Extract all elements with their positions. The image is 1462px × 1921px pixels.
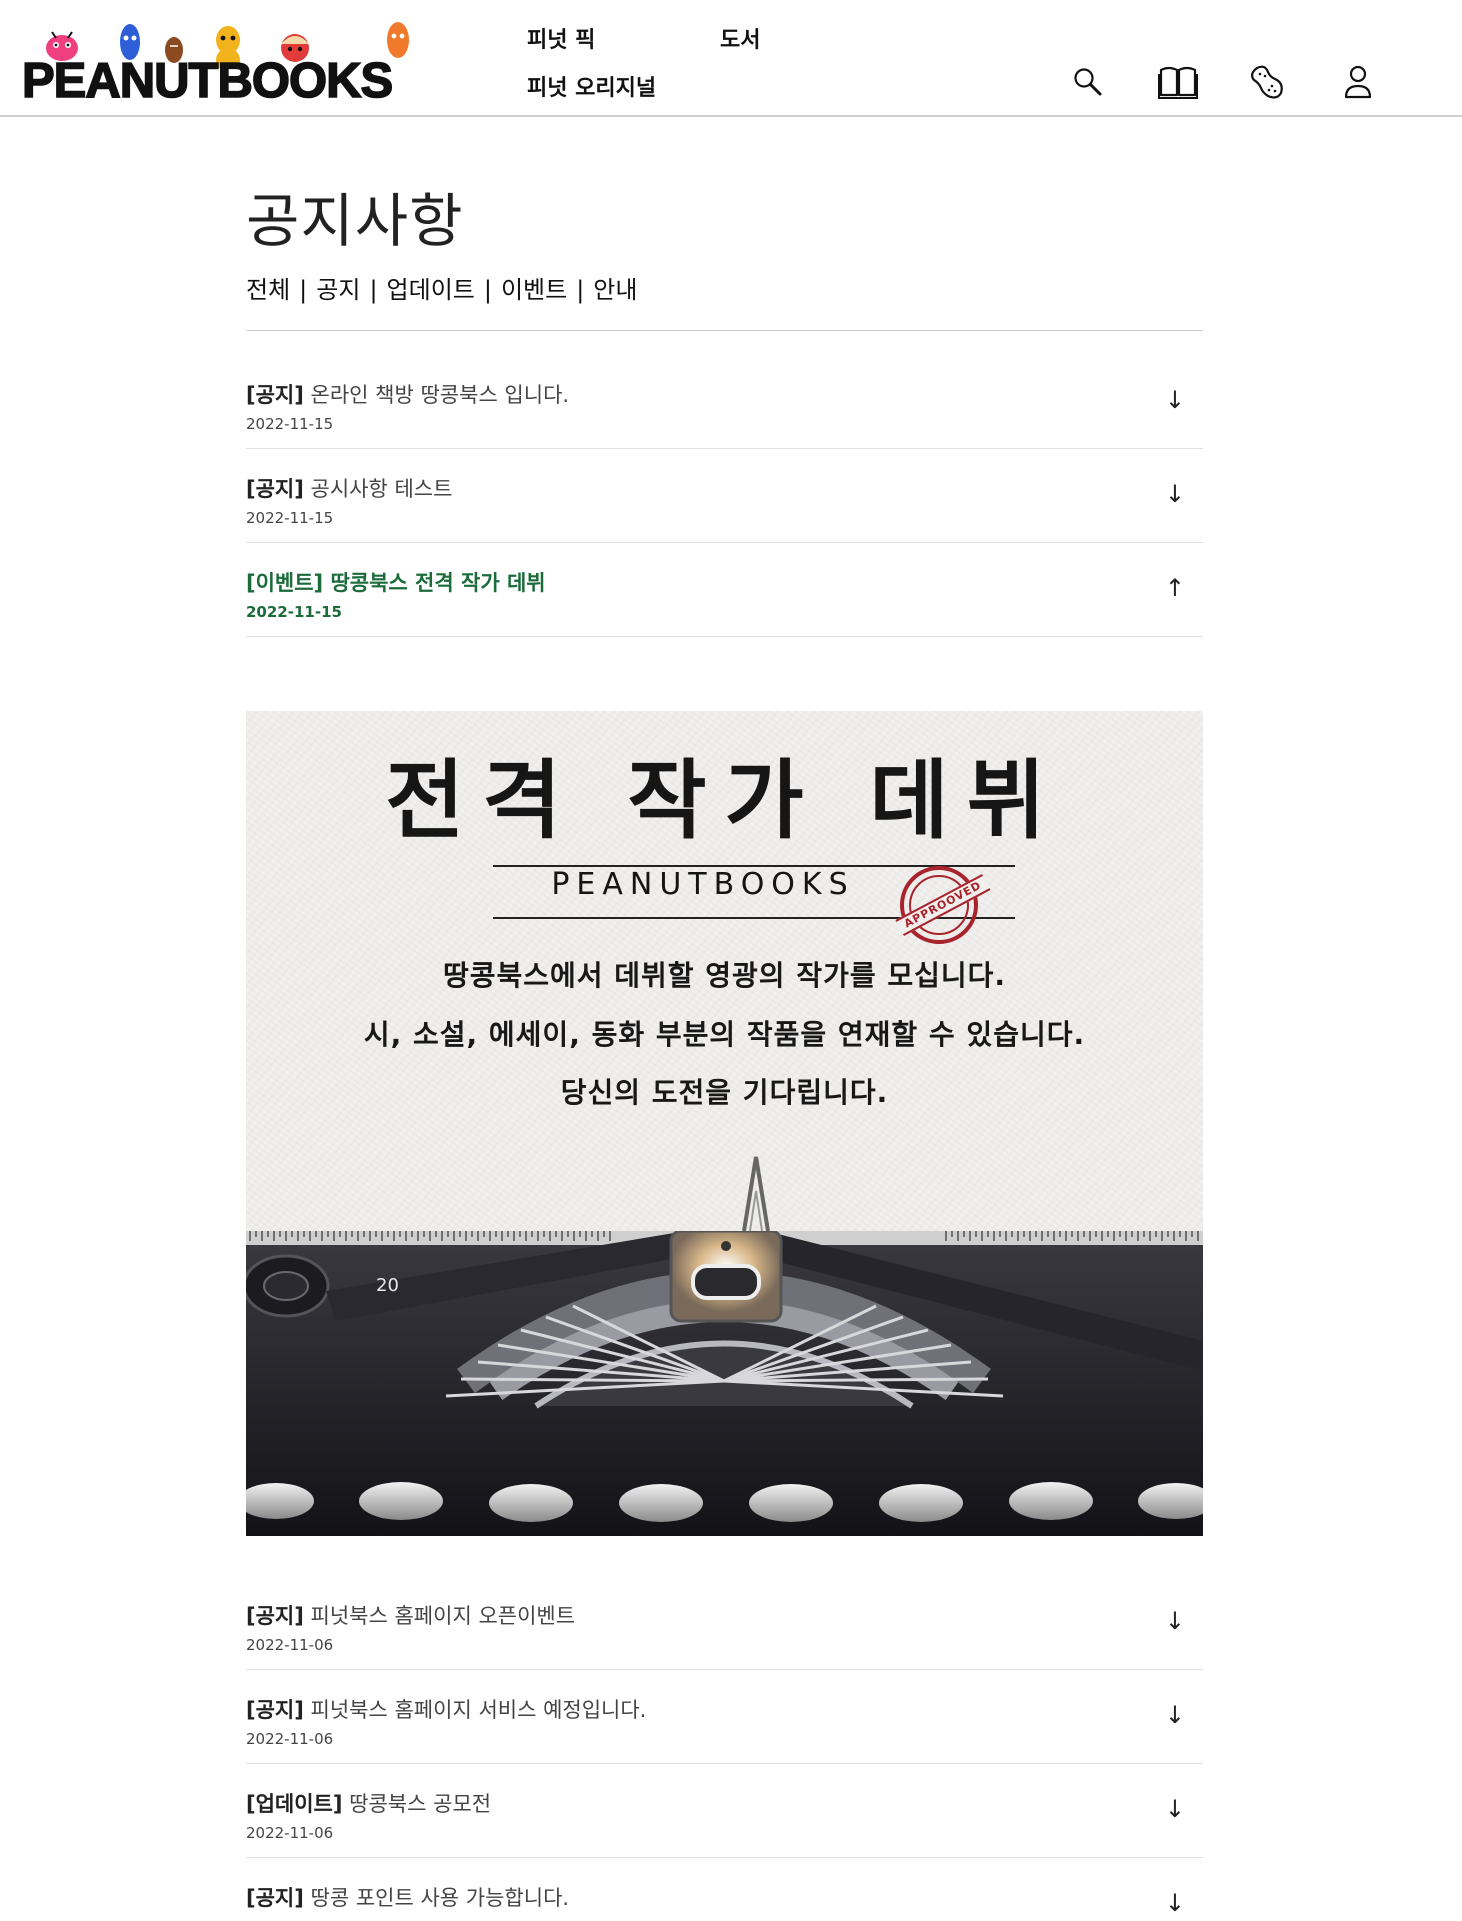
- banner-line: 시, 소설, 에세이, 동화 부분의 작품을 연재할 수 있습니다.: [363, 1018, 1086, 1051]
- banner-title: 전격 작가 데뷔: [385, 751, 1064, 851]
- main-nav: 피넛 픽 도서 피넛 오리지널: [527, 20, 827, 102]
- notice-category: [공지]: [246, 1886, 304, 1910]
- expand-arrow-icon[interactable]: ↓: [1165, 1700, 1185, 1730]
- user-icon[interactable]: [1338, 62, 1378, 102]
- notice-title-text: 온라인 책방 땅콩북스 입니다.: [310, 383, 570, 407]
- book-icon[interactable]: [1158, 62, 1198, 102]
- banner-brand: PEANUTBOOKS: [551, 867, 855, 902]
- notice-item[interactable]: [공지] 땅콩 포인트 사용 가능합니다. 2022-11-06 ↓: [246, 1858, 1203, 1921]
- search-icon[interactable]: [1068, 62, 1108, 102]
- filter-separator: |: [299, 276, 308, 304]
- filter-separator: |: [576, 276, 585, 304]
- banner-line: 당신의 도전을 기다립니다.: [560, 1076, 889, 1109]
- notice-date: 2022-11-15: [246, 509, 334, 527]
- notice-date: 2022-11-06: [246, 1636, 334, 1654]
- filter-guide[interactable]: 안내: [593, 276, 637, 304]
- notice-category: [이벤트]: [246, 571, 324, 595]
- notice-title: [공지] 공시사항 테스트: [246, 475, 452, 503]
- notice-category: [공지]: [246, 477, 304, 501]
- expand-arrow-icon[interactable]: ↓: [1165, 1888, 1185, 1918]
- notice-item-expanded[interactable]: [이벤트] 땅콩북스 전격 작가 데뷔 2022-11-15 ↑: [246, 543, 1203, 637]
- collapse-arrow-icon[interactable]: ↑: [1165, 573, 1185, 603]
- expand-arrow-icon[interactable]: ↓: [1165, 1794, 1185, 1824]
- notice-item[interactable]: [공지] 피넛북스 홈페이지 오픈이벤트 2022-11-06 ↓: [246, 1576, 1203, 1670]
- notice-title-text: 피넛북스 홈페이지 서비스 예정입니다.: [310, 1698, 647, 1722]
- notice-category: [공지]: [246, 1698, 304, 1722]
- expand-arrow-icon[interactable]: ↓: [1165, 1606, 1185, 1636]
- logo-wordmark: PEANUTBOOKS: [21, 54, 394, 108]
- notice-title-text: 피넛북스 홈페이지 오픈이벤트: [310, 1604, 576, 1628]
- notice-item[interactable]: [공지] 피넛북스 홈페이지 서비스 예정입니다. 2022-11-06 ↓: [246, 1670, 1203, 1764]
- notice-title-text: 땅콩북스 공모전: [349, 1792, 492, 1816]
- notice-title: [공지] 땅콩 포인트 사용 가능합니다.: [246, 1884, 569, 1912]
- notice-item[interactable]: [공지] 공시사항 테스트 2022-11-15 ↓: [246, 449, 1203, 543]
- category-filters: 전체 | 공지 | 업데이트 | 이벤트 | 안내: [246, 273, 637, 307]
- notice-title: [이벤트] 땅콩북스 전격 작가 데뷔: [246, 569, 546, 597]
- filter-separator: |: [369, 276, 378, 304]
- ruler-number: 20: [376, 1275, 399, 1296]
- notice-date: 2022-11-15: [246, 415, 334, 433]
- nav-peanut-pick[interactable]: 피넛 픽: [527, 22, 595, 54]
- typewriter-icon: 20: [246, 1231, 1203, 1536]
- filter-event[interactable]: 이벤트: [501, 276, 567, 304]
- paper-guide-icon: [742, 1156, 770, 1232]
- nav-books[interactable]: 도서: [720, 22, 760, 54]
- notice-title: [공지] 피넛북스 홈페이지 오픈이벤트: [246, 1602, 575, 1630]
- notice-category: [업데이트]: [246, 1792, 343, 1816]
- notice-item[interactable]: [공지] 온라인 책방 땅콩북스 입니다. 2022-11-15 ↓: [246, 355, 1203, 449]
- notice-category: [공지]: [246, 383, 304, 407]
- peanut-icon[interactable]: [1248, 62, 1288, 102]
- notice-date: 2022-11-15: [246, 603, 342, 621]
- notice-category: [공지]: [246, 1604, 304, 1628]
- notice-item[interactable]: [업데이트] 땅콩북스 공모전 2022-11-06 ↓: [246, 1764, 1203, 1858]
- expand-arrow-icon[interactable]: ↓: [1165, 479, 1185, 509]
- nav-peanut-original[interactable]: 피넛 오리지널: [527, 70, 656, 102]
- approved-stamp-icon: APPROOVED: [895, 866, 991, 944]
- notice-title-text: 땅콩 포인트 사용 가능합니다.: [310, 1886, 570, 1910]
- notice-title: [공지] 피넛북스 홈페이지 서비스 예정입니다.: [246, 1696, 646, 1724]
- event-banner-image: 전격 작가 데뷔 PEANUTBOOKS APPROOVED 땅콩북스에서 데뷔…: [246, 711, 1203, 1536]
- banner-line: 땅콩북스에서 데뷔할 영광의 작가를 모십니다.: [442, 959, 1007, 992]
- peanutbooks-logo[interactable]: PEANUTBOOKS: [21, 18, 424, 108]
- notice-date: 2022-11-06: [246, 1824, 334, 1842]
- page-title: 공지사항: [246, 187, 464, 255]
- divider: [246, 330, 1203, 331]
- notice-date: 2022-11-06: [246, 1730, 334, 1748]
- notice-title-text: 땅콩북스 전격 작가 데뷔: [330, 571, 546, 595]
- expand-arrow-icon[interactable]: ↓: [1165, 385, 1185, 415]
- notice-title-text: 공시사항 테스트: [310, 477, 453, 501]
- filter-notice[interactable]: 공지: [316, 276, 360, 304]
- filter-all[interactable]: 전체: [246, 276, 290, 304]
- site-header: PEANUTBOOKS 피넛 픽 도서 피넛 오리지널: [0, 0, 1462, 117]
- header-icons: [1068, 62, 1388, 102]
- filter-update[interactable]: 업데이트: [387, 276, 475, 304]
- notice-title: [공지] 온라인 책방 땅콩북스 입니다.: [246, 381, 569, 409]
- filter-separator: |: [483, 276, 492, 304]
- notice-title: [업데이트] 땅콩북스 공모전: [246, 1790, 491, 1818]
